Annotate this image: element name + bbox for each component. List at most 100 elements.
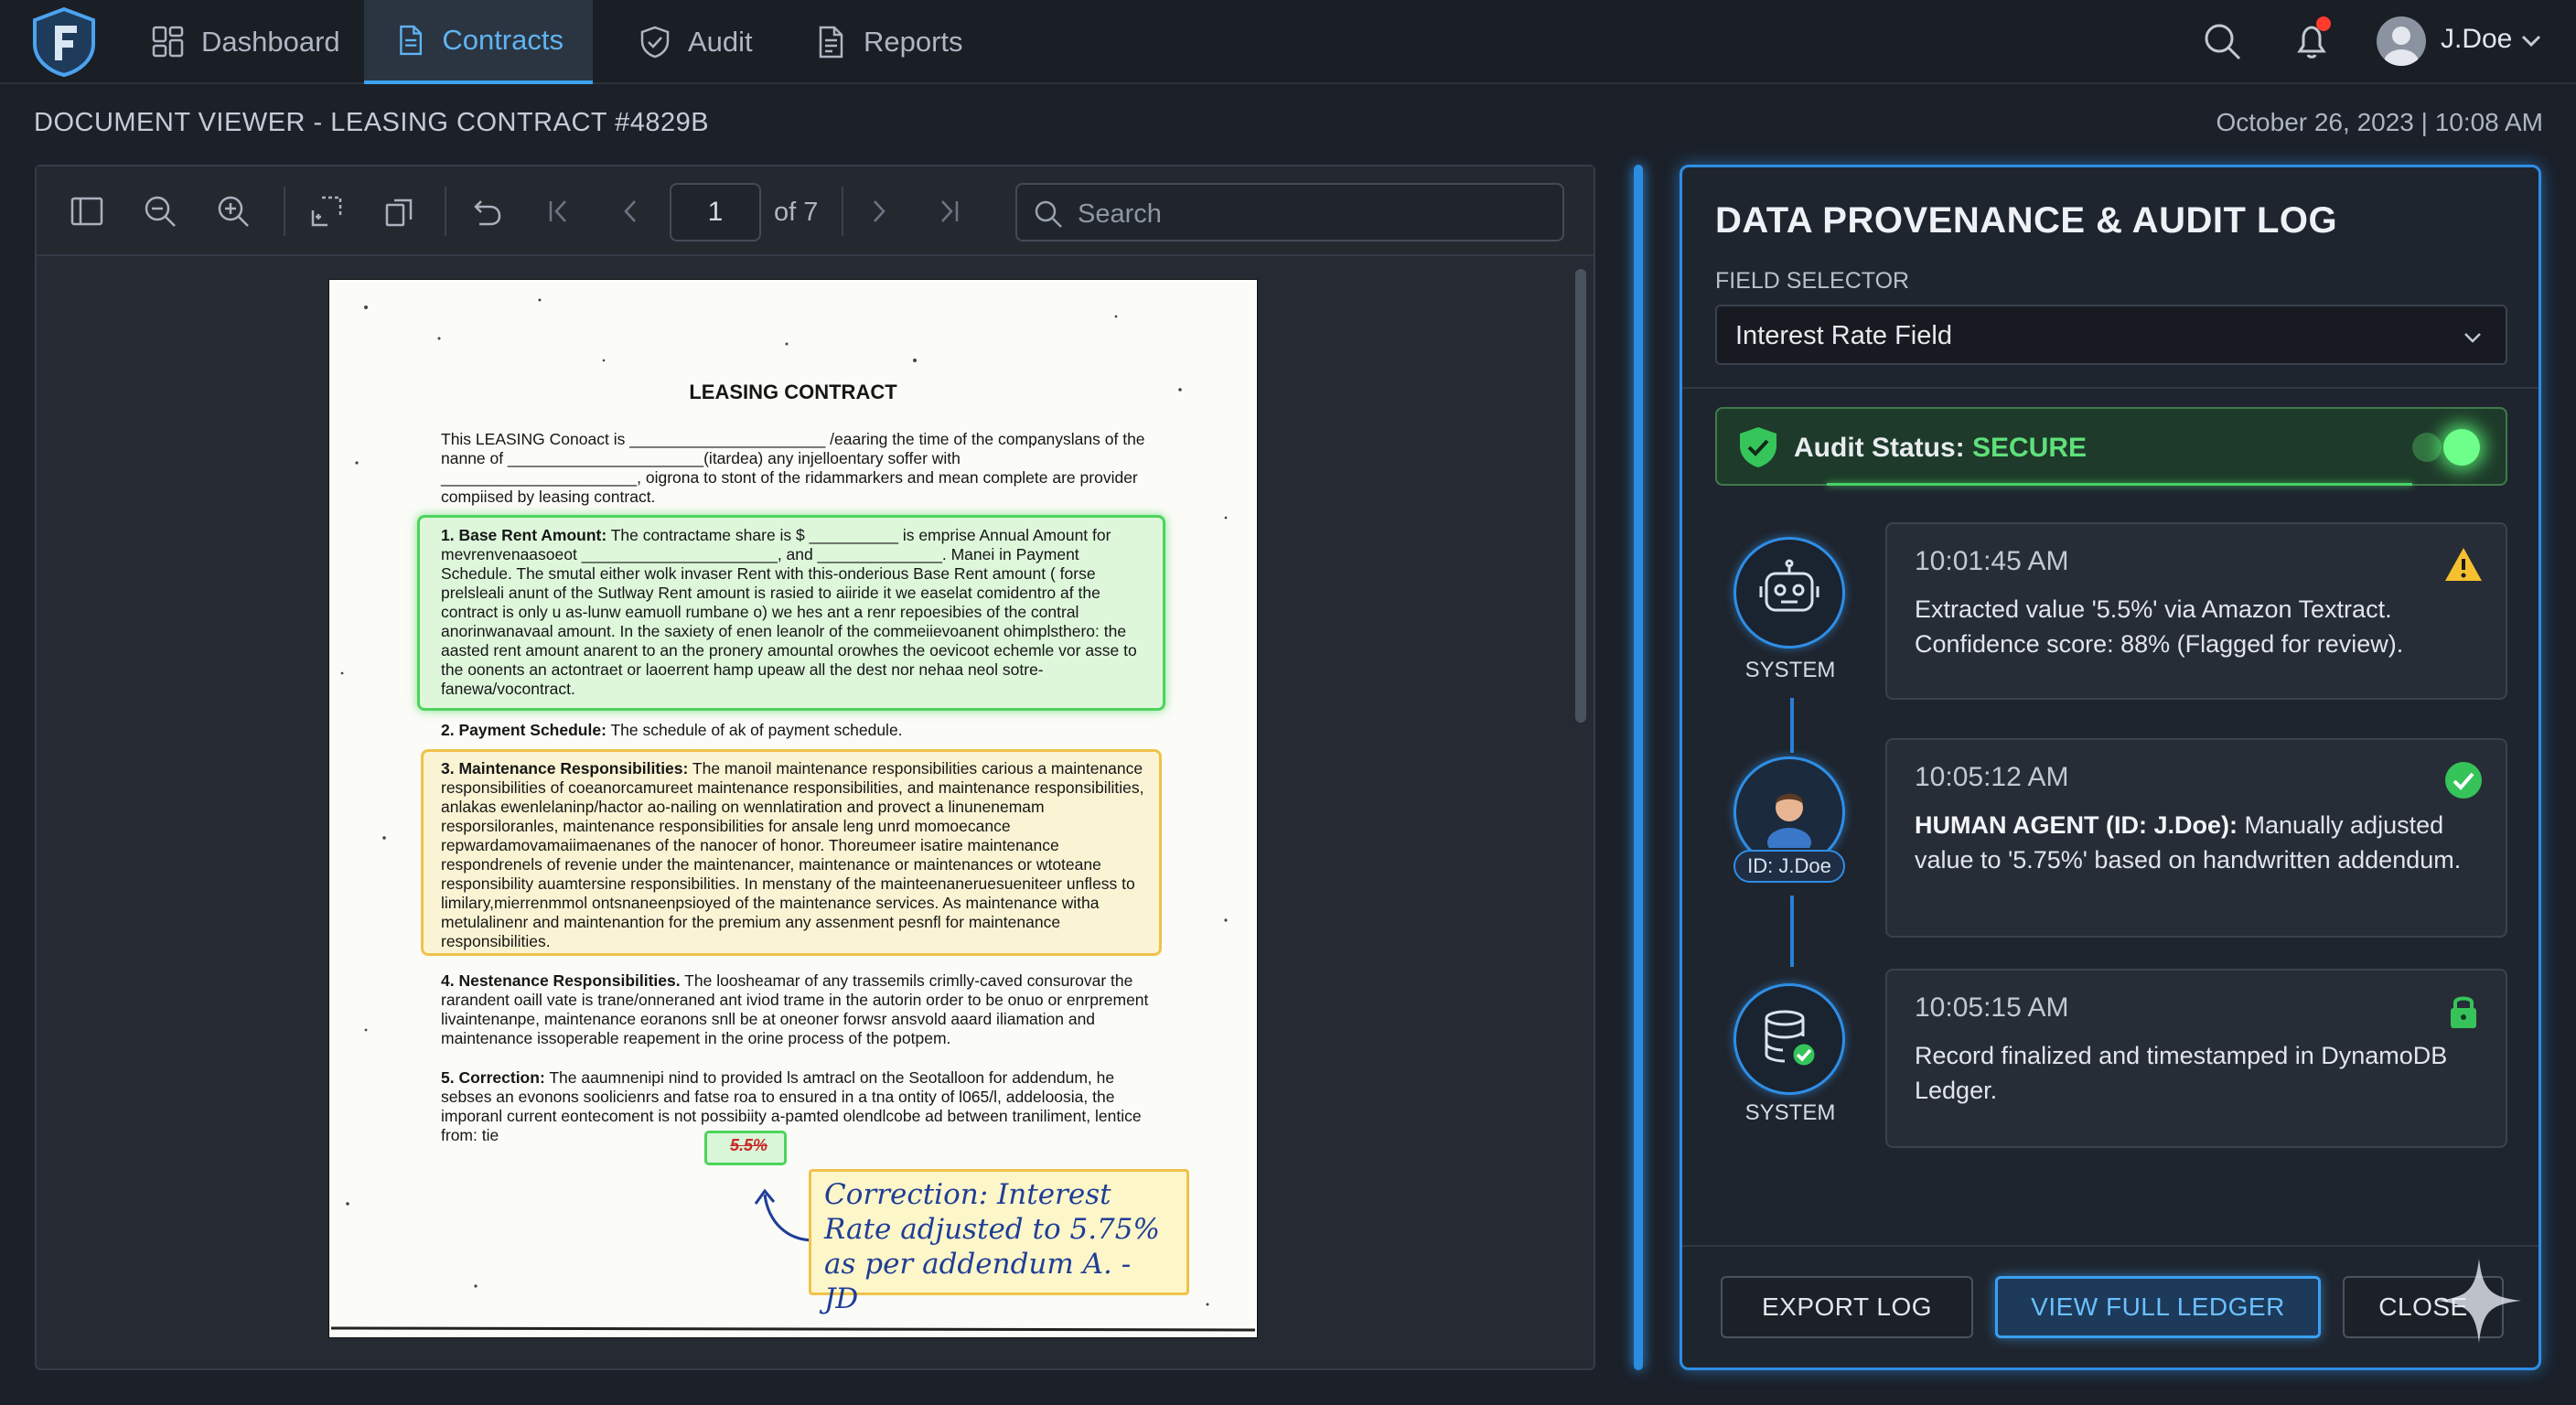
page-title: DOCUMENT VIEWER - LEASING CONTRACT #4829… xyxy=(34,108,710,137)
undo-button[interactable] xyxy=(467,192,505,231)
next-page-button[interactable] xyxy=(860,192,898,231)
nav-audit[interactable]: Audit xyxy=(607,0,782,84)
notification-dot xyxy=(2316,16,2331,31)
page-number-input[interactable]: 1 xyxy=(670,183,761,241)
entry-1-actor: SYSTEM xyxy=(1744,658,1836,682)
last-page-button[interactable] xyxy=(929,192,968,231)
user-name[interactable]: J.Doe xyxy=(2441,24,2512,55)
field-selector-dropdown[interactable]: Interest Rate Field xyxy=(1715,305,2507,365)
page-total: of 7 xyxy=(774,198,819,227)
sidebar-toggle-button[interactable] xyxy=(68,192,106,231)
sparkle-icon xyxy=(2437,1259,2521,1343)
timeline-connector xyxy=(1790,896,1794,967)
sidebar-toggle-icon xyxy=(70,197,103,226)
nav-reports-label: Reports xyxy=(864,26,963,58)
field-selector-label: FIELD SELECTOR xyxy=(1715,268,1910,294)
database-check-icon xyxy=(1765,1010,1818,1068)
nav-audit-label: Audit xyxy=(688,26,753,58)
avatar[interactable] xyxy=(2377,16,2426,66)
search-placeholder: Search xyxy=(1078,199,1162,229)
chevron-down-icon xyxy=(2464,333,2481,343)
section-correction-body: The aaumnenipi nind to provided ls amtra… xyxy=(441,1068,1142,1144)
entry-2-time: 10:05:12 AM xyxy=(1915,762,2069,792)
timeline-connector xyxy=(1790,698,1794,753)
chevron-left-icon xyxy=(624,200,636,222)
struck-value: 5.5% xyxy=(730,1136,768,1154)
app-logo-icon[interactable] xyxy=(31,7,97,77)
first-page-button[interactable] xyxy=(540,192,578,231)
zoom-in-icon xyxy=(218,196,249,227)
warning-icon xyxy=(2445,548,2482,581)
top-nav: Dashboard Contracts Audit Reports J.Doe xyxy=(0,0,2576,84)
nav-dashboard[interactable]: Dashboard xyxy=(121,0,370,84)
document-intro: This LEASING Conoact is ________________… xyxy=(441,430,1145,506)
fit-page-button[interactable] xyxy=(307,192,346,231)
chevron-right-icon xyxy=(874,200,886,222)
rotate-page-button[interactable] xyxy=(381,192,419,231)
entry-2-actor: ID: J.Doe xyxy=(1733,850,1845,883)
first-page-icon xyxy=(549,200,566,222)
fit-page-icon xyxy=(311,196,342,227)
document-page: LEASING CONTRACT This LEASING Conoact is… xyxy=(329,280,1257,1337)
user-avatar-icon xyxy=(2384,27,2419,66)
database-actor-avatar xyxy=(1733,983,1845,1095)
dashboard-grid-icon xyxy=(152,26,184,58)
chevron-down-icon[interactable] xyxy=(2517,27,2545,55)
export-log-button[interactable]: EXPORT LOG xyxy=(1721,1276,1973,1338)
search-icon xyxy=(1035,200,1062,228)
audit-status-label: Audit Status: xyxy=(1794,433,1965,463)
panel-divider xyxy=(1634,165,1643,1370)
nav-contracts-label: Contracts xyxy=(442,24,564,56)
entry-3-actor: SYSTEM xyxy=(1744,1100,1836,1125)
section-correction: 5. Correction: The aaumnenipi nind to pr… xyxy=(441,1068,1164,1145)
status-indicator-light xyxy=(2443,429,2480,466)
section-payment-heading: 2. Payment Schedule: xyxy=(441,721,606,739)
zoom-out-icon xyxy=(145,196,176,227)
report-icon xyxy=(819,26,843,59)
lock-icon xyxy=(2451,996,2476,1028)
viewer-scrollbar[interactable] xyxy=(1575,269,1586,723)
audit-entry[interactable]: 10:05:15 AM Record finalized and timesta… xyxy=(1885,969,2507,1148)
audit-panel-title: DATA PROVENANCE & AUDIT LOG xyxy=(1715,200,2338,241)
zoom-in-button[interactable] xyxy=(214,192,252,231)
audit-entry[interactable]: 10:01:45 AM Extracted value '5.5%' via A… xyxy=(1885,522,2507,700)
document-icon xyxy=(400,25,423,56)
rotate-page-icon xyxy=(385,198,413,227)
viewer-toolbar: 1 of 7 Search xyxy=(37,166,1594,256)
audit-entry[interactable]: 10:05:12 AM HUMAN AGENT (ID: J.Doe): Man… xyxy=(1885,738,2507,938)
section-payment-schedule: 2. Payment Schedule: The schedule of ak … xyxy=(441,721,1154,740)
robot-icon xyxy=(1759,559,1819,612)
section-base-rent-body: The contractame share is $ __________ is… xyxy=(441,526,1137,698)
status-indicator-glow xyxy=(2412,433,2442,462)
view-full-ledger-button[interactable]: VIEW FULL LEDGER xyxy=(1995,1276,2321,1338)
handwritten-correction-note: Correction: Interest Rate adjusted to 5.… xyxy=(809,1169,1189,1315)
section-base-rent: 1. Base Rent Amount: The contractame sha… xyxy=(441,526,1154,699)
undo-icon xyxy=(474,200,501,226)
audit-status-text: Audit Status: SECURE xyxy=(1794,433,2087,464)
search-icon[interactable] xyxy=(2201,20,2243,62)
section-payment-body: The schedule of ak of payment schedule. xyxy=(610,721,903,739)
datetime: October 26, 2023 | 10:08 AM xyxy=(2216,108,2543,136)
shield-check-icon xyxy=(640,26,670,59)
document-title: LEASING CONTRACT xyxy=(689,381,897,403)
nav-dashboard-label: Dashboard xyxy=(201,26,340,58)
prev-page-button[interactable] xyxy=(611,192,649,231)
audit-status-bar: Audit Status: SECURE xyxy=(1715,407,2507,486)
status-progress-line xyxy=(1827,483,2412,486)
nav-reports[interactable]: Reports xyxy=(783,0,993,84)
section-maintenance: 3. Maintenance Responsibilities: The man… xyxy=(441,759,1145,951)
entry-3-time: 10:05:15 AM xyxy=(1915,992,2069,1023)
user-avatar-icon xyxy=(1767,793,1811,848)
document-viewer: 1 of 7 Search LEASING CONTRACT This LEAS… xyxy=(35,165,1595,1370)
entry-2-message: HUMAN AGENT (ID: J.Doe): Manually adjust… xyxy=(1915,808,2463,877)
last-page-icon xyxy=(941,200,959,222)
audit-panel: DATA PROVENANCE & AUDIT LOG FIELD SELECT… xyxy=(1680,165,2541,1370)
shield-check-icon xyxy=(1740,427,1776,467)
nav-contracts[interactable]: Contracts xyxy=(364,0,593,84)
document-search-input[interactable]: Search xyxy=(1015,183,1564,241)
zoom-out-button[interactable] xyxy=(141,192,179,231)
section-maintenance-heading: 3. Maintenance Responsibilities: xyxy=(441,759,689,778)
entry-2-message-bold: HUMAN AGENT (ID: J.Doe): xyxy=(1915,811,2238,839)
field-selector-value: Interest Rate Field xyxy=(1735,321,1952,350)
section-nestenance: 4. Nestenance Responsibilities. The loos… xyxy=(441,971,1154,1048)
